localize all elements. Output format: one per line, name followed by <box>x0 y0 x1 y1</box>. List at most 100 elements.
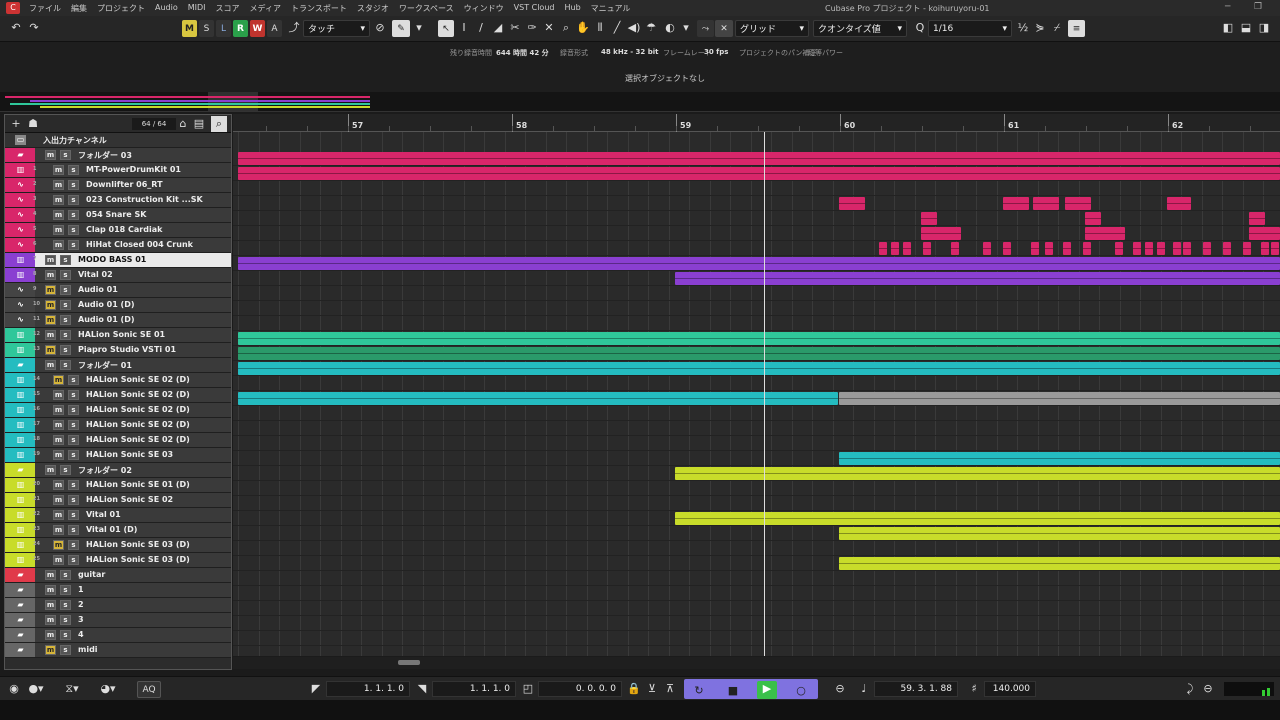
solo-button[interactable]: s <box>60 300 71 310</box>
draw-tool-icon[interactable]: / <box>473 20 489 36</box>
line-tool-icon[interactable]: ╱ <box>609 20 625 36</box>
track-lane[interactable] <box>233 481 1280 496</box>
overview-line[interactable] <box>0 92 1280 112</box>
mute-button[interactable]: m <box>45 585 56 595</box>
mute-button[interactable]: m <box>53 495 64 505</box>
mute-button[interactable]: m <box>53 210 64 220</box>
solo-button[interactable]: s <box>60 285 71 295</box>
chevron-down-icon[interactable]: ▾ <box>411 20 427 36</box>
play-icon[interactable]: ▶ <box>757 681 777 699</box>
tempo-track-icon[interactable]: ♯ <box>966 681 982 697</box>
midi-part[interactable] <box>839 197 865 210</box>
midi-part[interactable] <box>1203 242 1211 255</box>
mute-button[interactable]: m <box>53 480 64 490</box>
midi-part[interactable] <box>1271 242 1279 255</box>
track-row[interactable]: ▥ 18 m s HALion Sonic SE 02 (D) <box>5 433 231 448</box>
track-row[interactable]: ▰ m s 3 <box>5 613 231 628</box>
midi-part[interactable] <box>1085 212 1101 225</box>
solo-button[interactable]: s <box>68 405 79 415</box>
midi-part[interactable] <box>675 512 1280 525</box>
track-row[interactable]: ▥ 20 m s HALion Sonic SE 01 (D) <box>5 478 231 493</box>
midi-part[interactable] <box>1065 197 1091 210</box>
midi-part[interactable] <box>675 272 1280 285</box>
track-lane[interactable] <box>233 436 1280 451</box>
pre-roll-icon[interactable]: ⊻ <box>644 681 660 697</box>
read-automation-button[interactable]: R <box>233 20 248 37</box>
midi-part[interactable] <box>238 332 1280 345</box>
record-mode-icon[interactable]: ●▾ <box>28 681 44 697</box>
mute-tool-icon[interactable]: ✕ <box>541 20 557 36</box>
mute-button[interactable]: m <box>45 360 56 370</box>
solo-button[interactable]: s <box>60 645 71 655</box>
midi-part[interactable] <box>921 212 937 225</box>
list-icon[interactable]: ▤ <box>191 116 207 132</box>
track-row[interactable]: ▥ 19 m s HALion Sonic SE 03 <box>5 448 231 463</box>
metronome-icon[interactable]: ♩ <box>856 681 872 697</box>
track-lane[interactable] <box>233 601 1280 616</box>
event-display[interactable] <box>233 132 1280 656</box>
track-row[interactable]: ▰ m s フォルダー 02 <box>5 463 231 478</box>
add-track-folder-icon[interactable]: ☗ <box>25 116 41 132</box>
solo-button[interactable]: s <box>68 390 79 400</box>
track-row[interactable]: ▥ 21 m s HALion Sonic SE 02 <box>5 493 231 508</box>
mute-button[interactable]: m <box>53 225 64 235</box>
mute-button[interactable]: m <box>53 420 64 430</box>
hand-tool-icon[interactable]: ✋ <box>575 20 591 36</box>
midi-part[interactable] <box>1031 242 1039 255</box>
snap-button[interactable]: ✕ <box>715 20 733 37</box>
track-lane[interactable] <box>233 286 1280 301</box>
solo-button[interactable]: s <box>60 360 71 370</box>
menu-item-1[interactable]: 編集 <box>66 3 92 14</box>
midi-part[interactable] <box>238 392 838 405</box>
menu-item-0[interactable]: ファイル <box>24 3 66 14</box>
stop-icon[interactable]: ■ <box>725 683 741 699</box>
horizontal-scrollbar[interactable] <box>233 657 1280 669</box>
visibility-icon[interactable]: ⌂ <box>175 116 191 132</box>
midi-part[interactable] <box>1145 242 1153 255</box>
io-channels-row[interactable]: ▭ 入出力チャンネル <box>5 133 231 148</box>
track-row[interactable]: ∿ 11 m s Audio 01 (D) <box>5 313 231 328</box>
mute-button[interactable]: m <box>45 270 56 280</box>
autoscroll-button[interactable]: ⤳ <box>697 20 714 37</box>
pan-law-value[interactable]: 均等パワー <box>808 48 843 58</box>
mute-button[interactable]: m <box>53 240 64 250</box>
midi-part[interactable] <box>1115 242 1123 255</box>
mute-button[interactable]: m <box>45 150 56 160</box>
erase-tool-icon[interactable]: ◢ <box>490 20 506 36</box>
menu-item-4[interactable]: MIDI <box>183 3 211 14</box>
object-select-tool-button[interactable]: ↖ <box>438 20 454 37</box>
menu-item-5[interactable]: スコア <box>211 3 245 14</box>
zoom-tool-icon[interactable]: ⌕ <box>558 20 574 36</box>
mute-button[interactable]: m <box>45 315 56 325</box>
lock-icon[interactable]: 🔒 <box>626 681 642 697</box>
post-roll-icon[interactable]: ⊼ <box>662 681 678 697</box>
midi-part[interactable] <box>923 242 931 255</box>
solo-button[interactable]: s <box>60 600 71 610</box>
solo-button[interactable]: s <box>68 195 79 205</box>
menu-item-10[interactable]: ウィンドウ <box>459 3 509 14</box>
write-automation-button[interactable]: W <box>250 20 265 37</box>
midi-part[interactable] <box>921 227 961 240</box>
track-row[interactable]: ∿ 2 m s Downlifter 06_RT <box>5 178 231 193</box>
right-locator-icon[interactable]: ◥ <box>414 681 430 697</box>
track-row[interactable]: ▰ m s guitar <box>5 568 231 583</box>
track-row[interactable]: ▰ m s midi <box>5 643 231 658</box>
minimize-icon[interactable]: ─ <box>1225 2 1230 12</box>
midi-part[interactable] <box>1183 242 1191 255</box>
menu-item-3[interactable]: Audio <box>150 3 183 14</box>
track-row[interactable]: ▥ 25 m s HALion Sonic SE 03 (D) <box>5 553 231 568</box>
track-row[interactable]: ▰ m s フォルダー 01 <box>5 358 231 373</box>
glue-tool-icon[interactable]: ✑ <box>524 20 540 36</box>
lower-zone-icon[interactable]: ⬓ <box>1238 20 1254 36</box>
punch-icon[interactable]: ◰ <box>520 681 536 697</box>
midi-part[interactable] <box>983 242 991 255</box>
mute-button[interactable]: m <box>53 405 64 415</box>
midi-part[interactable] <box>1173 242 1181 255</box>
solo-button[interactable]: s <box>60 585 71 595</box>
mute-button[interactable]: m <box>45 645 56 655</box>
midi-part[interactable] <box>839 452 1280 465</box>
scroll-thumb[interactable] <box>398 660 420 665</box>
sync-icon[interactable]: ⊖ <box>1200 681 1216 697</box>
solo-button[interactable]: s <box>68 375 79 385</box>
solo-button[interactable]: s <box>60 615 71 625</box>
